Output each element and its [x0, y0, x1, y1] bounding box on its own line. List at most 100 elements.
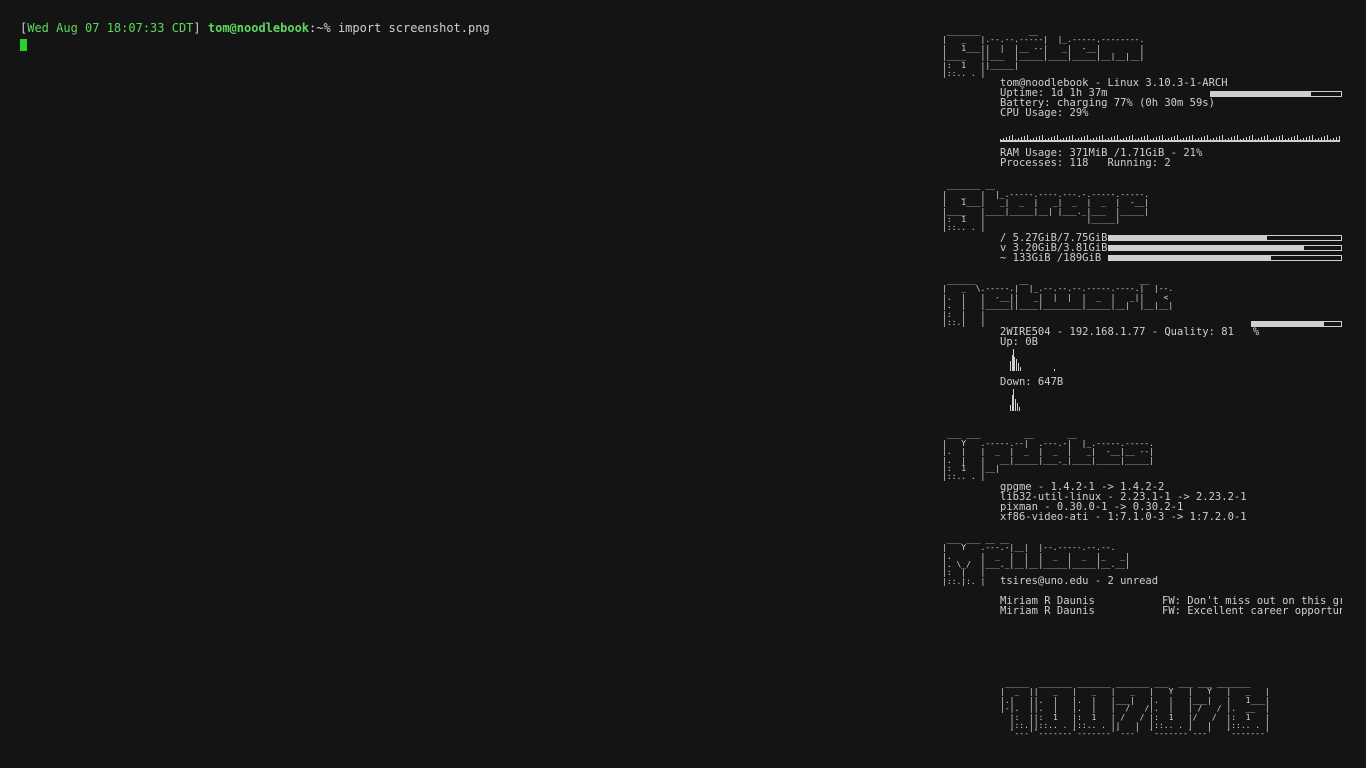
- cpu-graph-spike: [1306, 137, 1307, 143]
- storage-row: ~ 133GiB /189GiB: [942, 253, 1342, 263]
- cpu-graph-spike: [1033, 138, 1034, 143]
- cpu-graph-spike: [1153, 138, 1154, 143]
- cpu-graph-spike: [1327, 135, 1328, 143]
- updates-section: ___ ___ __ __ | Y .-----.--| .---.-| |_.…: [942, 431, 1342, 523]
- cpu-graph-spike: [1333, 138, 1334, 143]
- cpu-graph-spike: [1315, 139, 1316, 143]
- cpu-graph-spike: [1261, 137, 1262, 143]
- prompt-path: :~%: [309, 21, 331, 35]
- prompt-command: import screenshot.png: [337, 21, 490, 35]
- cpu-graph-spike: [1174, 136, 1175, 143]
- cpu-graph-spike: [1156, 137, 1157, 143]
- cpu-graph-spike: [1069, 136, 1070, 143]
- terminal-cursor: [20, 38, 27, 51]
- download-graph-spike: [1013, 389, 1014, 412]
- cpu-graph-spike: [1120, 139, 1121, 143]
- storage-bar: [1108, 254, 1342, 261]
- battery-bar-fill: [1211, 92, 1312, 96]
- cpu-graph-spike: [1048, 138, 1049, 143]
- cpu-graph-spike: [1225, 139, 1226, 143]
- upload-graph: [1008, 347, 1068, 372]
- cpu-graph-spike: [1144, 136, 1145, 143]
- cpu-graph-spike: [1183, 138, 1184, 143]
- cpu-graph-spike: [1054, 136, 1055, 143]
- cpu-graph-spike: [1297, 135, 1298, 143]
- mail-list: Miriam R Daunis FW: Don't miss out on th…: [1000, 596, 1342, 617]
- download-graph-spike: [1019, 407, 1020, 412]
- network-ascii-header: ______ __ __ | _ \.-----.| |_.--.--.--.-…: [942, 275, 1174, 327]
- cpu-graph-spike: [1303, 138, 1304, 143]
- cpu-graph-spike: [1078, 138, 1079, 143]
- upload-graph-spike: [1016, 359, 1017, 372]
- update-list: gpgme - 1.4.2-1 -> 1.4.2-2 lib32-util-lin…: [942, 482, 1342, 523]
- cpu-graph-spike: [1165, 139, 1166, 143]
- upload-graph-spike: [1054, 369, 1055, 372]
- terminal-prompt[interactable]: [Wed Aug 07 18:07:33 CDT] tom@noodlebook…: [20, 20, 490, 52]
- cpu-graph-spike: [1003, 138, 1004, 143]
- cpu-graph-spike: [1075, 139, 1076, 143]
- cpu-graph-spike: [1114, 136, 1115, 143]
- wifi-quality-bar: [1251, 320, 1342, 327]
- storage-bar-fill: [1109, 255, 1272, 260]
- cpu-graph-spike: [1081, 137, 1082, 143]
- upload-graph-spike: [1020, 367, 1021, 372]
- cpu-graph-spike: [1312, 135, 1313, 143]
- system-processes: Processes: 118 Running: 2: [1000, 157, 1171, 170]
- cpu-graph-spike: [1117, 135, 1118, 143]
- conky-panel: _______ __ | _ |.--.--.-----| |_.-----.-…: [942, 27, 1342, 630]
- cpu-graph-spike: [1228, 138, 1229, 143]
- cpu-graph-spike: [1051, 137, 1052, 143]
- cpu-graph-spike: [1192, 135, 1193, 143]
- cpu-graph-spike: [1030, 139, 1031, 143]
- cpu-graph-spike: [1036, 137, 1037, 143]
- cpu-graph-spike: [1231, 137, 1232, 143]
- mail-subject: FW: Excellent career opportunit: [1162, 606, 1342, 617]
- cpu-graph-spike: [1093, 138, 1094, 143]
- cpu-graph-spike: [1189, 136, 1190, 143]
- storage-bar: [1108, 244, 1342, 251]
- cpu-graph-spike: [1264, 136, 1265, 143]
- storage-bar-fill: [1109, 245, 1304, 250]
- mail-summary: tsires@uno.edu - 2 unread: [1000, 575, 1159, 588]
- cpu-graph-spike: [1279, 136, 1280, 143]
- network-wifi: 2WIRE504 - 192.168.1.77 - Quality: 81 %: [1000, 326, 1260, 339]
- cpu-graph-spike: [1204, 136, 1205, 143]
- prompt-user-host: tom@noodlebook: [207, 21, 310, 35]
- cpu-graph-spike: [1216, 137, 1217, 143]
- storage-bar: [1108, 234, 1342, 241]
- cpu-graph-spike: [1000, 139, 1001, 143]
- cpu-graph-spike: [1246, 137, 1247, 143]
- cpu-graph-spike: [1198, 138, 1199, 143]
- cpu-graph-spike: [1210, 139, 1211, 143]
- cpu-graph-spike: [1267, 135, 1268, 143]
- cpu-graph-spike: [1027, 135, 1028, 143]
- cpu-graph-spike: [1150, 139, 1151, 143]
- download-graph-spike: [1017, 403, 1018, 412]
- cpu-graph-spike: [1339, 136, 1340, 143]
- cpu-graph-spike: [1072, 135, 1073, 143]
- cpu-graph-spike: [1252, 135, 1253, 143]
- cpu-graph-spike: [1240, 139, 1241, 143]
- download-graph-spike: [1015, 399, 1016, 412]
- cpu-graph-spike: [1291, 137, 1292, 143]
- cpu-graph-spike: [1237, 135, 1238, 143]
- cpu-graph-spike: [1213, 138, 1214, 143]
- cpu-graph-spike: [1258, 138, 1259, 143]
- prompt-bracket-close: ]: [193, 21, 201, 35]
- storage-rows: / 5.27GiB/7.75GiB v 3.20GiB/3.81GiB ~ 133G…: [942, 233, 1342, 263]
- cpu-graph-spike: [1219, 136, 1220, 143]
- cpu-graph-spike: [1222, 135, 1223, 143]
- cpu-graph-spike: [1171, 137, 1172, 143]
- cpu-graph-spike: [1039, 136, 1040, 143]
- cpu-graph-spike: [1177, 135, 1178, 143]
- system-cpu: CPU Usage: 29%: [1000, 107, 1089, 120]
- cpu-graph-spike: [1111, 137, 1112, 143]
- cpu-graph-spike: [1066, 137, 1067, 143]
- download-graph: [1008, 387, 1068, 412]
- cpu-graph-spike: [1063, 138, 1064, 143]
- storage-section: _______ __ | _ | |_.-----.----.---.-.---…: [942, 181, 1342, 263]
- cpu-graph-spike: [1024, 136, 1025, 143]
- storage-bar-fill: [1109, 235, 1267, 240]
- cpu-graph-spike: [1330, 139, 1331, 143]
- storage-ascii-header: _______ __ | _ | |_.-----.----.---.-.---…: [942, 181, 1150, 233]
